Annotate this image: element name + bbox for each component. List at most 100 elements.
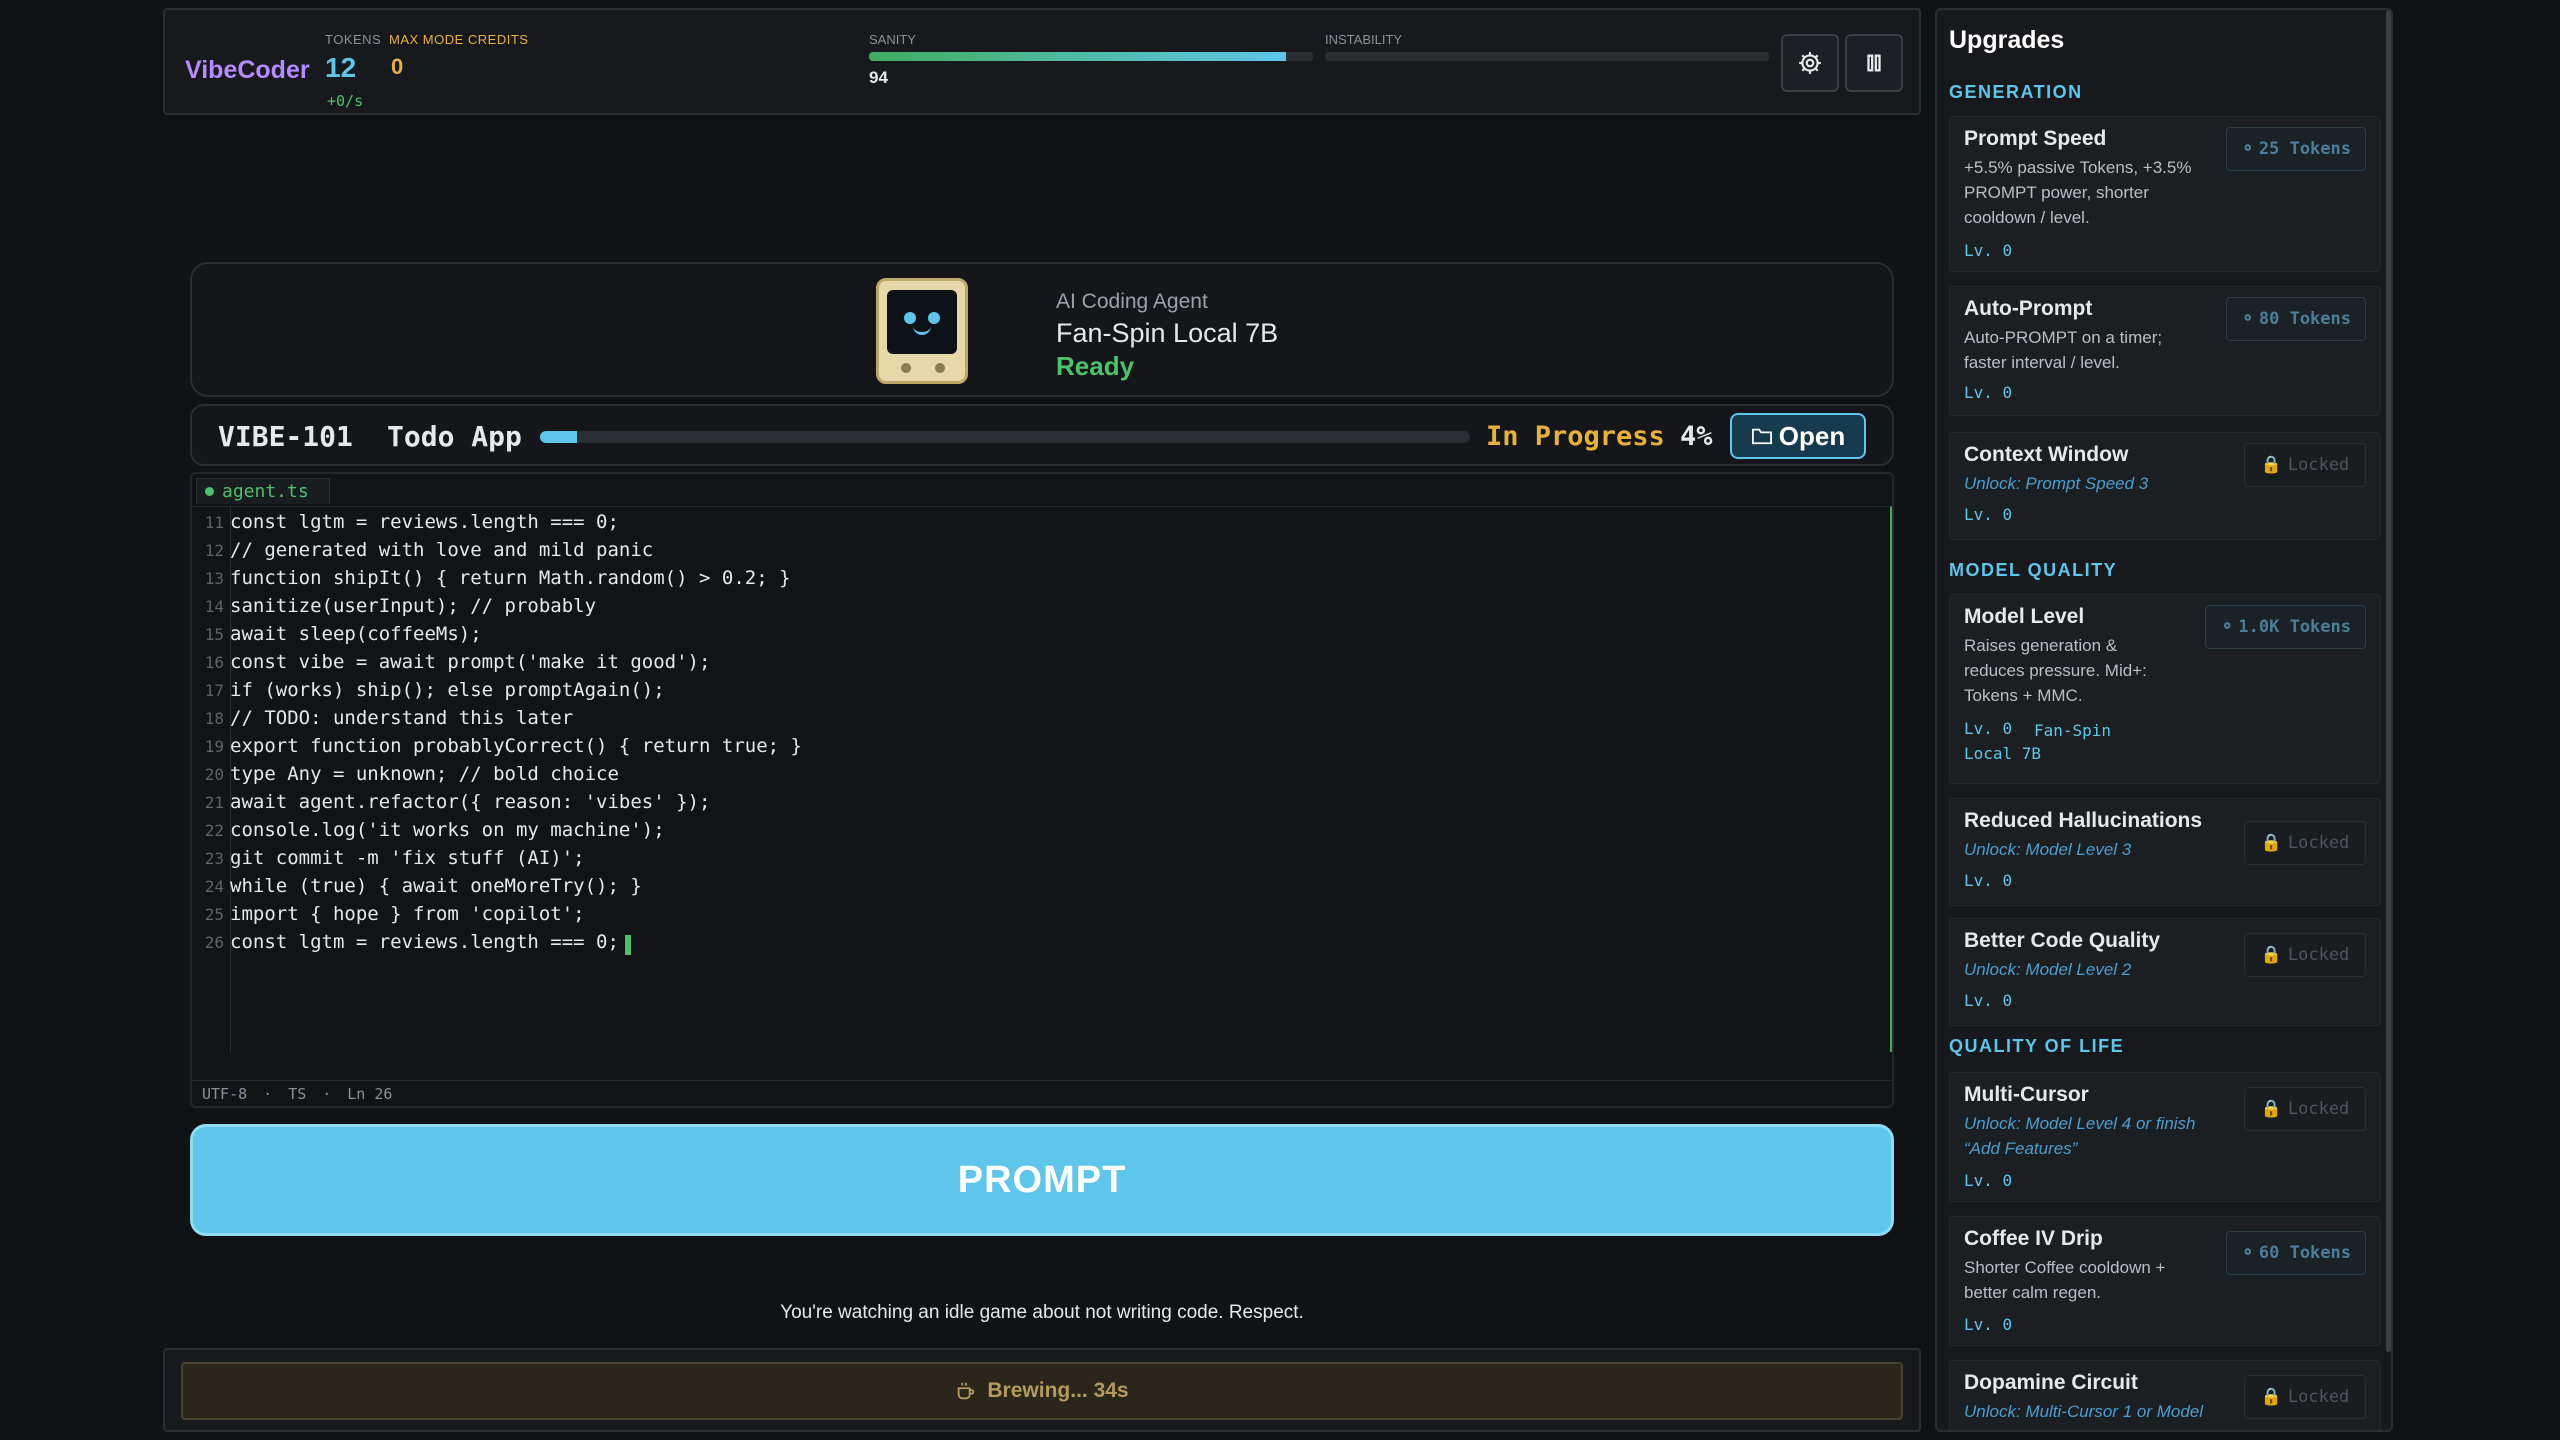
section-quality-of-life: QUALITY OF LIFE <box>1949 1036 2125 1056</box>
buy-prompt-speed-button[interactable]: ⚬ 25 Tokens <box>2225 127 2366 171</box>
line-number: 11 <box>204 513 224 532</box>
agent-eye-left <box>904 312 916 324</box>
upgrade-unlock-requirement: Unlock: Model Level 2 <box>1964 960 2132 979</box>
code-line: 22 console.log('it works on my machine'); <box>192 819 1882 847</box>
line-number: 21 <box>204 793 224 812</box>
code-text: export function probablyCorrect() { retu… <box>230 735 802 757</box>
line-number: 26 <box>204 933 224 952</box>
upgrade-level: Lv. 0 <box>1964 383 2013 402</box>
token-icon: ⚬ <box>2220 617 2235 637</box>
upgrade-better-code-quality[interactable]: Better Code Quality Unlock: Model Level … <box>1949 918 2381 1026</box>
upgrade-unlock-requirement: Unlock: Multi-Cursor 1 or Model Level 2 <box>1964 1402 2204 1430</box>
coffee-button[interactable]: Brewing... 34s <box>181 1362 1903 1420</box>
upgrade-model-level[interactable]: Model Level Raises generation & reduces … <box>1949 594 2381 784</box>
code-text: if (works) ship(); else promptAgain(); <box>230 679 665 701</box>
sanity-bar <box>869 52 1313 61</box>
editor-tab[interactable]: agent.ts <box>196 478 330 504</box>
code-editor: agent.ts 11 const lgtm = reviews.length =… <box>190 472 1894 1108</box>
upgrades-scrollbar[interactable] <box>2386 10 2391 1352</box>
code-line: 15 await sleep(coffeeMs); <box>192 623 1882 651</box>
line-number: 23 <box>204 849 224 868</box>
line-number: 24 <box>204 877 224 896</box>
code-text: await agent.refactor({ reason: 'vibes' }… <box>230 791 711 813</box>
line-number: 13 <box>204 569 224 588</box>
status-separator: · <box>263 1084 273 1103</box>
task-progress-bar <box>540 431 1470 443</box>
code-text: sanitize(userInput); // probably <box>230 595 597 617</box>
coffee-panel: Brewing... 34s <box>163 1348 1921 1432</box>
coffee-icon <box>958 1382 975 1400</box>
line-number: 14 <box>204 597 224 616</box>
upgrade-context-window[interactable]: Context Window Unlock: Prompt Speed 3 Lv… <box>1949 432 2381 540</box>
task-id: VIBE-101 <box>218 420 353 453</box>
upgrade-name: Model Level <box>1964 605 2085 628</box>
settings-button[interactable] <box>1781 34 1839 92</box>
task-progress-fill <box>540 431 578 443</box>
code-text: type Any = unknown; // bold choice <box>230 763 619 785</box>
code-area[interactable]: 11 const lgtm = reviews.length === 0; 12 //… <box>192 506 1892 1052</box>
code-line: 16 const vibe = await prompt('make it goo… <box>192 651 1882 679</box>
agent-eye-right <box>928 312 940 324</box>
status-line: Ln 26 <box>347 1084 393 1103</box>
tokens-label: TOKENS <box>325 32 382 47</box>
upgrade-auto-prompt[interactable]: Auto-Prompt Auto-PROMPT on a timer; fast… <box>1949 286 2381 416</box>
pause-icon <box>1867 54 1881 72</box>
upgrade-reduced-hallucinations[interactable]: Reduced Hallucinations Unlock: Model Lev… <box>1949 798 2381 906</box>
upgrade-unlock-requirement: Unlock: Prompt Speed 3 <box>1964 474 2149 493</box>
current-model-name: Fan-Spin Local 7B <box>1964 721 2112 763</box>
section-model-quality: MODEL QUALITY <box>1949 560 2118 580</box>
upgrade-name: Prompt Speed <box>1964 127 2107 150</box>
code-line: 26 const lgtm = reviews.length === 0; <box>192 931 1882 959</box>
mmc-value: 0 <box>391 54 404 79</box>
open-task-label: Open <box>1778 420 1846 451</box>
code-line: 21 await agent.refactor({ reason: 'vibes'… <box>192 791 1882 819</box>
task-status: In Progress <box>1486 421 1665 452</box>
sanity-bar-fill <box>869 52 1287 61</box>
prompt-button[interactable]: PROMPT <box>190 1124 1894 1236</box>
folder-icon <box>1751 428 1772 445</box>
token-icon: ⚬ <box>2240 309 2255 329</box>
code-text: await sleep(coffeeMs); <box>230 623 482 645</box>
upgrade-coffee-iv-drip[interactable]: Coffee IV Drip Shorter Coffee cooldown +… <box>1949 1216 2381 1346</box>
code-text: console.log('it works on my machine'); <box>230 819 665 841</box>
locked-badge: 🔒 Locked <box>2244 1087 2366 1131</box>
line-number: 18 <box>204 709 224 728</box>
line-number: 16 <box>204 653 224 672</box>
locked-label: Locked <box>2287 1099 2350 1119</box>
upgrade-multi-cursor[interactable]: Multi-Cursor Unlock: Model Level 4 or fi… <box>1949 1072 2381 1202</box>
file-status-dot-icon <box>205 487 214 496</box>
upgrade-dopamine-circuit[interactable]: Dopamine Circuit Unlock: Multi-Cursor 1 … <box>1949 1360 2381 1430</box>
line-number: 17 <box>204 681 224 700</box>
upgrade-level: Lv. 0 <box>1964 871 2013 890</box>
locked-badge: 🔒 Locked <box>2244 933 2366 977</box>
locked-label: Locked <box>2287 455 2350 475</box>
upgrade-name: Auto-Prompt <box>1964 297 2093 320</box>
agent-mouth <box>913 326 931 335</box>
open-task-button[interactable]: Open <box>1730 413 1866 459</box>
code-line: 17 if (works) ship(); else promptAgain(); <box>192 679 1882 707</box>
upgrade-prompt-speed[interactable]: Prompt Speed +5.5% passive Tokens, +3.5%… <box>1949 116 2381 272</box>
tokens-value: 12 <box>325 52 357 83</box>
code-line: 18 // TODO: understand this later <box>192 707 1882 735</box>
agent-avatar <box>876 278 968 384</box>
upgrade-name: Context Window <box>1964 443 2129 466</box>
code-text: // TODO: understand this later <box>230 707 574 729</box>
agent-screen <box>887 290 957 354</box>
locked-badge: 🔒 Locked <box>2244 821 2366 865</box>
tokens-rate: +0/s <box>327 92 364 110</box>
upgrade-level: Lv. 0 <box>1964 991 2013 1010</box>
editor-status-bar: UTF-8 · TS · Ln 26 <box>192 1080 1892 1106</box>
brand-logo: VibeCoder <box>185 56 310 84</box>
upgrade-unlock-requirement: Unlock: Model Level 3 <box>1964 840 2132 859</box>
upgrade-level: Lv. 0 <box>1964 1315 2013 1334</box>
upgrade-name: Coffee IV Drip <box>1964 1227 2103 1250</box>
buy-auto-prompt-button[interactable]: ⚬ 80 Tokens <box>2225 297 2366 341</box>
section-generation: GENERATION <box>1949 82 2083 102</box>
locked-badge: 🔒 Locked <box>2244 1375 2366 1419</box>
upgrades-panel: Upgrades GENERATION Prompt Speed +5.5% p… <box>1935 8 2393 1432</box>
locked-badge: 🔒 Locked <box>2244 443 2366 487</box>
agent-knob-left <box>901 363 911 373</box>
buy-model-level-button[interactable]: ⚬ 1.0K Tokens <box>2205 605 2366 649</box>
buy-coffee-iv-drip-button[interactable]: ⚬ 60 Tokens <box>2225 1231 2366 1275</box>
pause-button[interactable] <box>1845 34 1903 92</box>
